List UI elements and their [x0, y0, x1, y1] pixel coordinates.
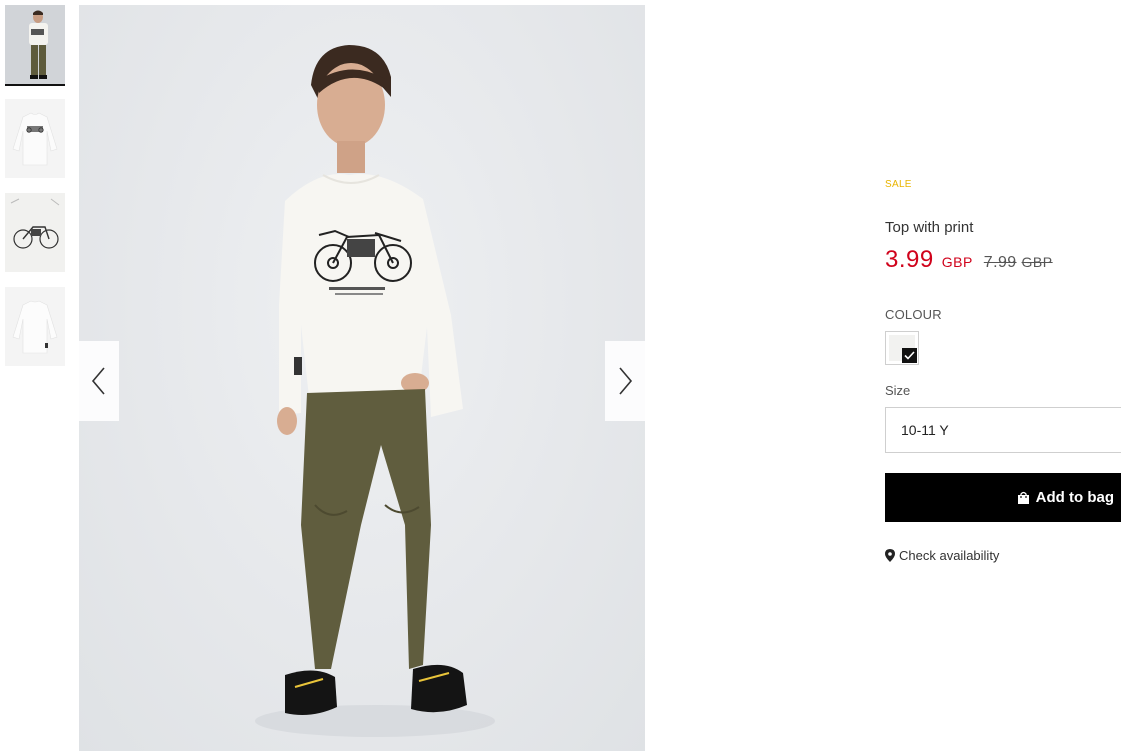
original-price: 7.99 — [983, 254, 1017, 271]
original-price-currency: GBP — [1021, 254, 1053, 270]
colour-swatch-white[interactable] — [885, 331, 919, 365]
chevron-right-icon — [619, 367, 633, 395]
size-select-value: 10-11 Y — [901, 422, 949, 438]
add-to-bag-button[interactable]: Add to bag — [885, 473, 1121, 522]
current-price: 3.99 — [885, 246, 934, 273]
current-price-currency: GBP — [941, 254, 973, 270]
chevron-left-icon — [91, 367, 105, 395]
colour-label: COLOUR — [885, 307, 942, 322]
previous-image-button[interactable] — [79, 341, 119, 421]
check-availability-label: Check availability — [899, 548, 1000, 563]
model-photo — [255, 45, 495, 737]
product-title: Top with print — [885, 219, 974, 236]
size-label: Size — [885, 383, 911, 398]
main-product-image — [79, 5, 645, 751]
thumbnail-strip — [5, 5, 65, 381]
check-availability-link[interactable]: Check availability — [885, 548, 999, 563]
checkmark-icon — [902, 348, 917, 363]
thumbnail-model[interactable] — [5, 5, 65, 86]
price-row: 3.99 GBP 7.99 GBP — [885, 246, 1053, 274]
location-pin-icon — [885, 549, 895, 562]
thumbnail-back[interactable] — [5, 287, 65, 366]
size-select[interactable]: 10-11 Y — [885, 407, 1121, 453]
shopping-bag-icon — [1017, 491, 1030, 505]
sale-badge: SALE — [885, 179, 912, 190]
next-image-button[interactable] — [605, 341, 645, 421]
add-to-bag-label: Add to bag — [1035, 489, 1114, 506]
thumbnail-front[interactable] — [5, 99, 65, 178]
thumbnail-print-detail[interactable] — [5, 193, 65, 272]
